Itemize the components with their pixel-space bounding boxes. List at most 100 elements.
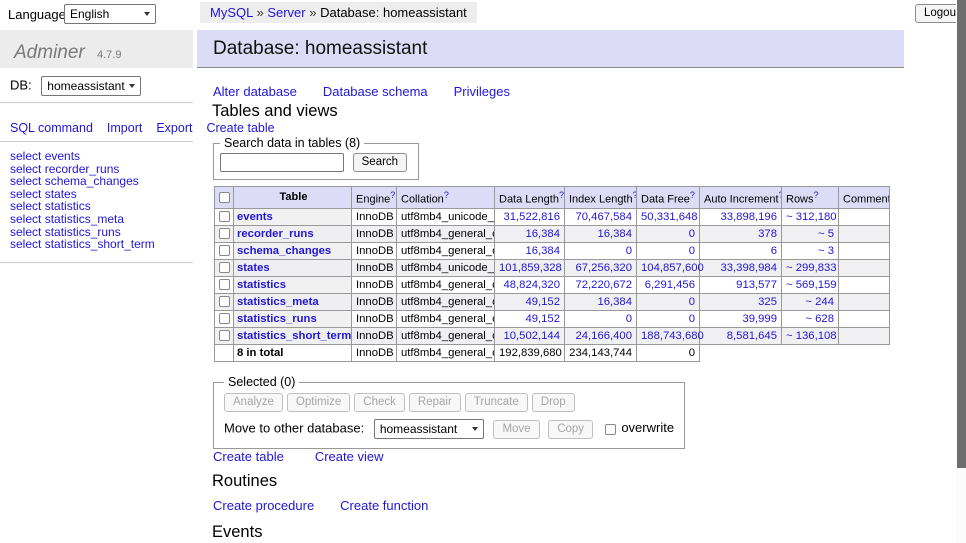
search-input[interactable] [220, 153, 344, 172]
truncate-button[interactable]: Truncate [465, 393, 528, 412]
table-link[interactable]: statistics [237, 279, 286, 291]
auto-increment-cell: 33,398,984 [700, 259, 782, 276]
create-view-link[interactable]: Create view [315, 449, 384, 464]
data-free-link[interactable]: 0 [689, 228, 695, 240]
table-name-cell: events [234, 208, 352, 225]
rows-link[interactable]: ~ 5 [818, 228, 834, 240]
data-free-link[interactable]: 188,743,680 [641, 330, 704, 342]
sidebar-link[interactable]: Import [107, 121, 142, 135]
sidebar-link[interactable]: Export [156, 121, 192, 135]
index-length-link[interactable]: 70,467,584 [575, 211, 632, 223]
table-link[interactable]: schema_changes [237, 245, 331, 257]
search-fieldset: Search data in tables (8) Search [213, 136, 419, 180]
db-select[interactable]: homeassistant [41, 76, 141, 96]
index-length-link[interactable]: 0 [626, 245, 632, 257]
search-button[interactable]: Search [353, 153, 407, 172]
row-checkbox[interactable] [219, 279, 230, 290]
overwrite-checkbox[interactable] [605, 424, 616, 435]
help-link[interactable]: ? [444, 190, 449, 200]
rows-link[interactable]: ~ 244 [805, 296, 834, 308]
data-free-link[interactable]: 104,857,600 [641, 262, 704, 274]
data-length-link[interactable]: 31,522,816 [503, 211, 560, 223]
rows-cell: ~ 3 [782, 242, 839, 259]
engine-cell: InnoDB [352, 208, 397, 225]
data-length-link[interactable]: 48,824,320 [503, 279, 560, 291]
index-length-link[interactable]: 24,166,400 [575, 330, 632, 342]
move-database-select[interactable]: homeassistant [374, 419, 484, 439]
auto-increment-link[interactable]: 6 [771, 245, 777, 257]
scrollbar-thumb[interactable] [957, 0, 966, 468]
data-free-link[interactable]: 50,331,648 [641, 211, 698, 223]
data-length-link[interactable]: 10,502,144 [503, 330, 560, 342]
rows-link[interactable]: ~ 3 [818, 245, 834, 257]
sidebar-link[interactable]: SQL command [10, 121, 93, 135]
select-all-checkbox[interactable] [219, 192, 230, 203]
data-length-link[interactable]: 49,152 [525, 313, 560, 325]
auto-increment-link[interactable]: 33,898,196 [720, 211, 777, 223]
table-link[interactable]: events [237, 211, 273, 223]
index-length-link[interactable]: 67,256,320 [575, 262, 632, 274]
create-function-link[interactable]: Create function [340, 498, 428, 513]
row-checkbox[interactable] [219, 330, 230, 341]
table-link[interactable]: statistics_short_term [237, 330, 351, 342]
data-free-link[interactable]: 0 [689, 296, 695, 308]
create-procedure-link[interactable]: Create procedure [213, 498, 314, 513]
auto-increment-link[interactable]: 378 [758, 228, 777, 240]
index-length-link[interactable]: 72,220,672 [575, 279, 632, 291]
breadcrumb-link[interactable]: Server [267, 5, 305, 20]
row-checkbox[interactable] [219, 262, 230, 273]
rows-link[interactable]: ~ 569,159 [786, 279, 837, 291]
select-link[interactable]: select [10, 237, 41, 251]
check-button[interactable]: Check [354, 393, 405, 412]
repair-button[interactable]: Repair [409, 393, 461, 412]
data-length-link[interactable]: 101,859,328 [499, 262, 562, 274]
copy-button[interactable]: Copy [548, 420, 593, 439]
table-link[interactable]: recorder_runs [237, 228, 314, 240]
help-link[interactable]: ? [633, 190, 637, 200]
auto-increment-link[interactable]: 33,398,984 [720, 262, 777, 274]
db-action-link[interactable]: Database schema [323, 84, 428, 99]
table-link[interactable]: statistics_runs [237, 313, 317, 325]
optimize-button[interactable]: Optimize [287, 393, 350, 412]
analyze-button[interactable]: Analyze [224, 393, 283, 412]
auto-increment-link[interactable]: 913,577 [736, 279, 777, 291]
index-length-link[interactable]: 0 [626, 313, 632, 325]
db-action-link[interactable]: Alter database [213, 84, 297, 99]
row-checkbox[interactable] [219, 228, 230, 239]
index-length-link[interactable]: 16,384 [597, 228, 632, 240]
auto-increment-link[interactable]: 39,999 [742, 313, 777, 325]
table-name-link[interactable]: statistics_short_term [45, 237, 155, 251]
rows-link[interactable]: ~ 136,108 [786, 330, 837, 342]
table-link[interactable]: states [237, 262, 270, 274]
help-link[interactable]: ? [814, 190, 819, 200]
auto-increment-link[interactable]: 325 [758, 296, 777, 308]
row-checkbox[interactable] [219, 313, 230, 324]
rows-link[interactable]: ~ 312,180 [786, 211, 837, 223]
rows-link[interactable]: ~ 299,833 [786, 262, 837, 274]
sidebar-link[interactable]: Create table [206, 121, 274, 135]
collation-cell: utf8mb4_general_ci [397, 293, 495, 310]
rows-link[interactable]: ~ 628 [805, 313, 834, 325]
data-length-link[interactable]: 49,152 [525, 296, 560, 308]
help-link[interactable]: ? [690, 190, 695, 200]
help-link[interactable]: ? [559, 190, 564, 200]
drop-button[interactable]: Drop [532, 393, 575, 412]
row-checkbox[interactable] [219, 245, 230, 256]
row-checkbox[interactable] [219, 296, 230, 307]
data-free-link[interactable]: 0 [689, 245, 695, 257]
row-checkbox[interactable] [219, 211, 230, 222]
help-link[interactable]: ? [390, 190, 395, 200]
language-select[interactable]: English [64, 4, 156, 24]
index-length-link[interactable]: 16,384 [597, 296, 632, 308]
data-free-link[interactable]: 0 [689, 313, 695, 325]
table-link[interactable]: statistics_meta [237, 296, 319, 308]
data-length-link[interactable]: 16,384 [525, 228, 560, 240]
data-free-link[interactable]: 6,291,456 [645, 279, 695, 291]
breadcrumb-link[interactable]: MySQL [210, 5, 253, 20]
move-button[interactable]: Move [493, 420, 539, 439]
create-table-link[interactable]: Create table [213, 449, 284, 464]
db-action-link[interactable]: Privileges [454, 84, 510, 99]
auto-increment-link[interactable]: 8,581,645 [727, 330, 777, 342]
vertical-scrollbar[interactable] [956, 0, 966, 543]
data-length-link[interactable]: 16,384 [525, 245, 560, 257]
